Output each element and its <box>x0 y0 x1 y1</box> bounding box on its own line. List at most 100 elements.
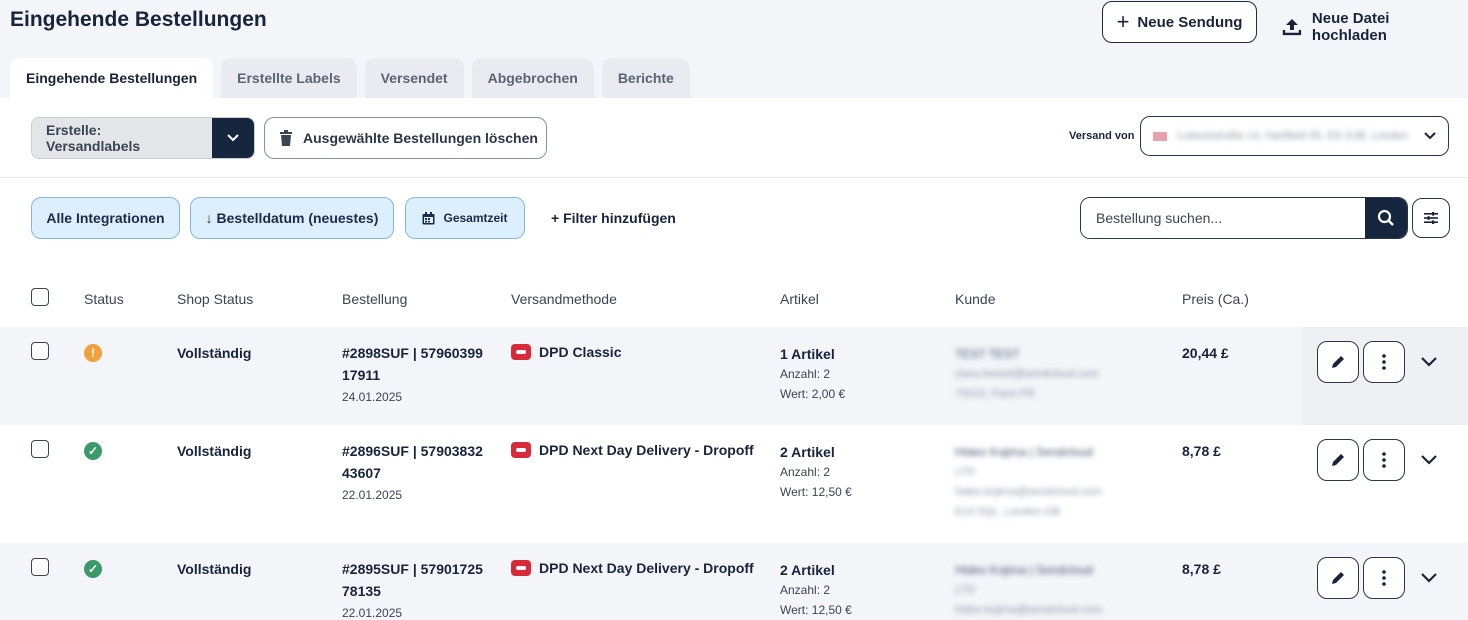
more-options-button[interactable] <box>1363 557 1405 599</box>
shipping-method-label: DPD Next Day Delivery - Dropoff <box>539 560 754 576</box>
tab-shipped[interactable]: Versendet <box>364 58 464 98</box>
dpd-logo-icon <box>511 442 531 458</box>
orders-panel: Erstelle: Versandlabels Ausgewählte Best… <box>0 98 1468 620</box>
order-date: 24.01.2025 <box>342 390 403 404</box>
column-settings-button[interactable] <box>1412 198 1450 238</box>
ship-from-value-wrap: Lubeckstraße 14, Hartfield 95, E9 2UB, L… <box>1153 130 1408 142</box>
order-number-line1: #2898SUF | 57960399 <box>342 345 483 361</box>
shop-status: Vollständig <box>177 561 252 577</box>
customer-cell: Hideo Kojima | Sendcloud LTD hideo.kojim… <box>955 560 1102 620</box>
items-cell: 2 Artikel Anzahl: 2 Wert: 12,50 € <box>780 442 852 502</box>
customer-name: TEST TEST <box>955 347 1020 361</box>
new-shipment-button[interactable]: + Neue Sendung <box>1102 1 1257 43</box>
shop-status: Vollständig <box>177 443 252 459</box>
ship-from-value: Lubeckstraße 14, Hartfield 95, E9 2UB, L… <box>1177 130 1409 142</box>
row-checkbox[interactable] <box>31 342 49 363</box>
trash-icon <box>280 130 292 146</box>
dpd-logo-icon <box>511 344 531 360</box>
order-number-line2: 17911 <box>342 367 381 383</box>
ship-from-select[interactable]: Lubeckstraße 14, Hartfield 95, E9 2UB, L… <box>1140 116 1449 156</box>
action-toolbar: Erstelle: Versandlabels Ausgewählte Best… <box>0 98 1468 178</box>
upload-file-button[interactable]: Neue Datei hochladen <box>1282 10 1468 44</box>
expand-row-button[interactable] <box>1420 355 1438 371</box>
page-title: Eingehende Bestellungen <box>10 8 267 31</box>
customer-address: 75015, Paris FR <box>955 388 1035 400</box>
ship-from-label: Versand von <box>1069 130 1135 142</box>
plus-icon: + <box>1116 9 1130 34</box>
table-header: Status Shop Status Bestellung Versandmet… <box>0 283 1468 327</box>
tab-bar: Eingehende Bestellungen Erstellte Labels… <box>10 58 690 98</box>
check-circle-icon: ✓ <box>84 560 102 578</box>
row-checkbox[interactable] <box>31 558 49 579</box>
item-value: Wert: 12,50 € <box>780 603 852 617</box>
shipping-method: DPD Next Day Delivery - Dropoff <box>511 560 754 576</box>
new-shipment-label: Neue Sendung <box>1137 13 1243 31</box>
pencil-icon <box>1332 356 1344 368</box>
sort-order-date[interactable]: ↓ Bestelldatum (neuestes) <box>190 197 394 239</box>
column-header-items: Artikel <box>780 291 819 307</box>
shipping-method-label: DPD Next Day Delivery - Dropoff <box>539 442 754 458</box>
column-header-price: Preis (Ca.) <box>1182 291 1249 307</box>
order-search <box>1080 197 1408 239</box>
tab-incoming-orders[interactable]: Eingehende Bestellungen <box>10 58 214 98</box>
table-row: ✓ Vollständig #2895SUF | 57901725 78135 … <box>0 543 1468 620</box>
warning-icon: ! <box>84 344 102 362</box>
tab-cancelled[interactable]: Abgebrochen <box>471 58 594 98</box>
integrations-filter[interactable]: Alle Integrationen <box>31 197 180 239</box>
order-number-line2: 78135 <box>342 583 381 599</box>
customer-email: hideo.kojima@sendcloud.com <box>955 486 1102 498</box>
customer-company: LTD <box>955 466 975 478</box>
customer-cell: TEST TEST clara.hessel@sendcloud.com 750… <box>955 344 1099 404</box>
customer-company: LTD <box>955 584 975 596</box>
order-number-line1: #2895SUF | 57901725 <box>342 561 483 577</box>
add-filter-link[interactable]: + Filter hinzufügen <box>551 210 676 226</box>
create-labels-split-button: Erstelle: Versandlabels <box>31 117 255 159</box>
order-number[interactable]: #2896SUF | 57903832 43607 22.01.2025 <box>342 440 492 506</box>
order-date: 22.01.2025 <box>342 606 403 620</box>
chevron-down-icon <box>1421 357 1437 367</box>
chevron-down-icon <box>1421 455 1437 465</box>
customer-cell: Hideo Kojima | Sendcloud LTD hideo.kojim… <box>955 442 1102 522</box>
table-row: ✓ Vollständig #2896SUF | 57903832 43607 … <box>0 425 1468 543</box>
tab-reports[interactable]: Berichte <box>601 58 690 98</box>
time-range-filter[interactable]: Gesamtzeit <box>405 197 525 239</box>
chevron-down-icon <box>1424 132 1436 140</box>
create-labels-dropdown-toggle[interactable] <box>212 118 254 158</box>
time-range-label: Gesamtzeit <box>443 211 508 225</box>
more-options-button[interactable] <box>1363 341 1405 383</box>
delete-selected-label: Ausgewählte Bestellungen löschen <box>303 130 538 146</box>
tab-created-labels[interactable]: Erstellte Labels <box>221 58 357 98</box>
edit-button[interactable] <box>1317 341 1359 383</box>
expand-row-button[interactable] <box>1420 453 1438 469</box>
search-button[interactable] <box>1365 198 1407 238</box>
item-count: 2 Artikel <box>780 562 835 578</box>
order-number-line1: #2896SUF | 57903832 <box>342 443 483 459</box>
order-search-input[interactable] <box>1081 198 1365 238</box>
item-quantity: Anzahl: 2 <box>780 367 831 381</box>
customer-name: Hideo Kojima | Sendcloud <box>955 445 1093 459</box>
column-header-order: Bestellung <box>342 291 408 307</box>
order-number[interactable]: #2898SUF | 57960399 17911 24.01.2025 <box>342 342 492 408</box>
more-options-button[interactable] <box>1363 439 1405 481</box>
order-number-line2: 43607 <box>342 465 381 481</box>
more-vertical-icon <box>1382 570 1386 586</box>
delete-selected-orders-button[interactable]: Ausgewählte Bestellungen löschen <box>264 117 547 159</box>
column-header-status: Status <box>84 291 124 307</box>
more-vertical-icon <box>1382 452 1386 468</box>
upload-icon <box>1282 19 1302 36</box>
row-checkbox[interactable] <box>31 440 49 461</box>
table-row: ! Vollständig #2898SUF | 57960399 17911 … <box>0 327 1468 425</box>
create-labels-button[interactable]: Erstelle: Versandlabels <box>32 118 212 158</box>
expand-row-button[interactable] <box>1420 571 1438 587</box>
item-value: Wert: 2,00 € <box>780 387 846 401</box>
items-cell: 1 Artikel Anzahl: 2 Wert: 2,00 € <box>780 344 845 404</box>
check-circle-icon: ✓ <box>84 442 102 460</box>
order-number[interactable]: #2895SUF | 57901725 78135 22.01.2025 <box>342 558 492 620</box>
dpd-logo-icon <box>511 560 531 576</box>
shipping-method: DPD Next Day Delivery - Dropoff <box>511 442 754 458</box>
calendar-icon <box>422 211 435 224</box>
select-all-checkbox[interactable] <box>31 288 49 309</box>
edit-button[interactable] <box>1317 439 1359 481</box>
edit-button[interactable] <box>1317 557 1359 599</box>
item-quantity: Anzahl: 2 <box>780 465 831 479</box>
